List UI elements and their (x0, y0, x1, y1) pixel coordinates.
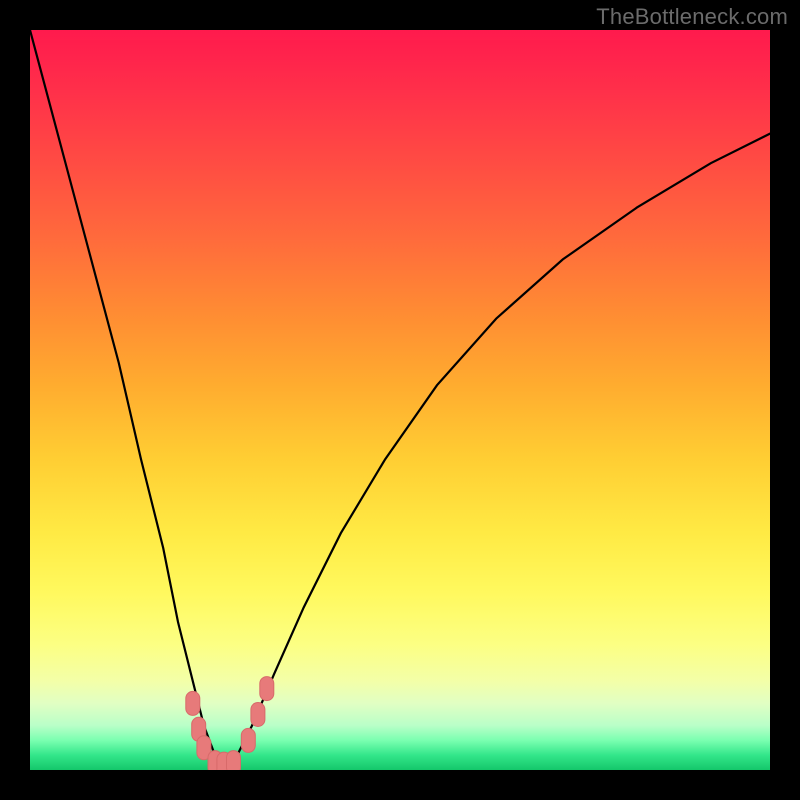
plot-area (30, 30, 770, 770)
curve-marker (241, 728, 255, 752)
chart-frame: TheBottleneck.com (0, 0, 800, 800)
curve-layer (30, 30, 770, 770)
curve-marker (251, 703, 265, 727)
curve-marker (227, 751, 241, 770)
watermark-text: TheBottleneck.com (596, 4, 788, 30)
curve-marker (260, 677, 274, 701)
bottleneck-curve (30, 30, 770, 766)
curve-markers (186, 677, 274, 770)
curve-marker (186, 691, 200, 715)
